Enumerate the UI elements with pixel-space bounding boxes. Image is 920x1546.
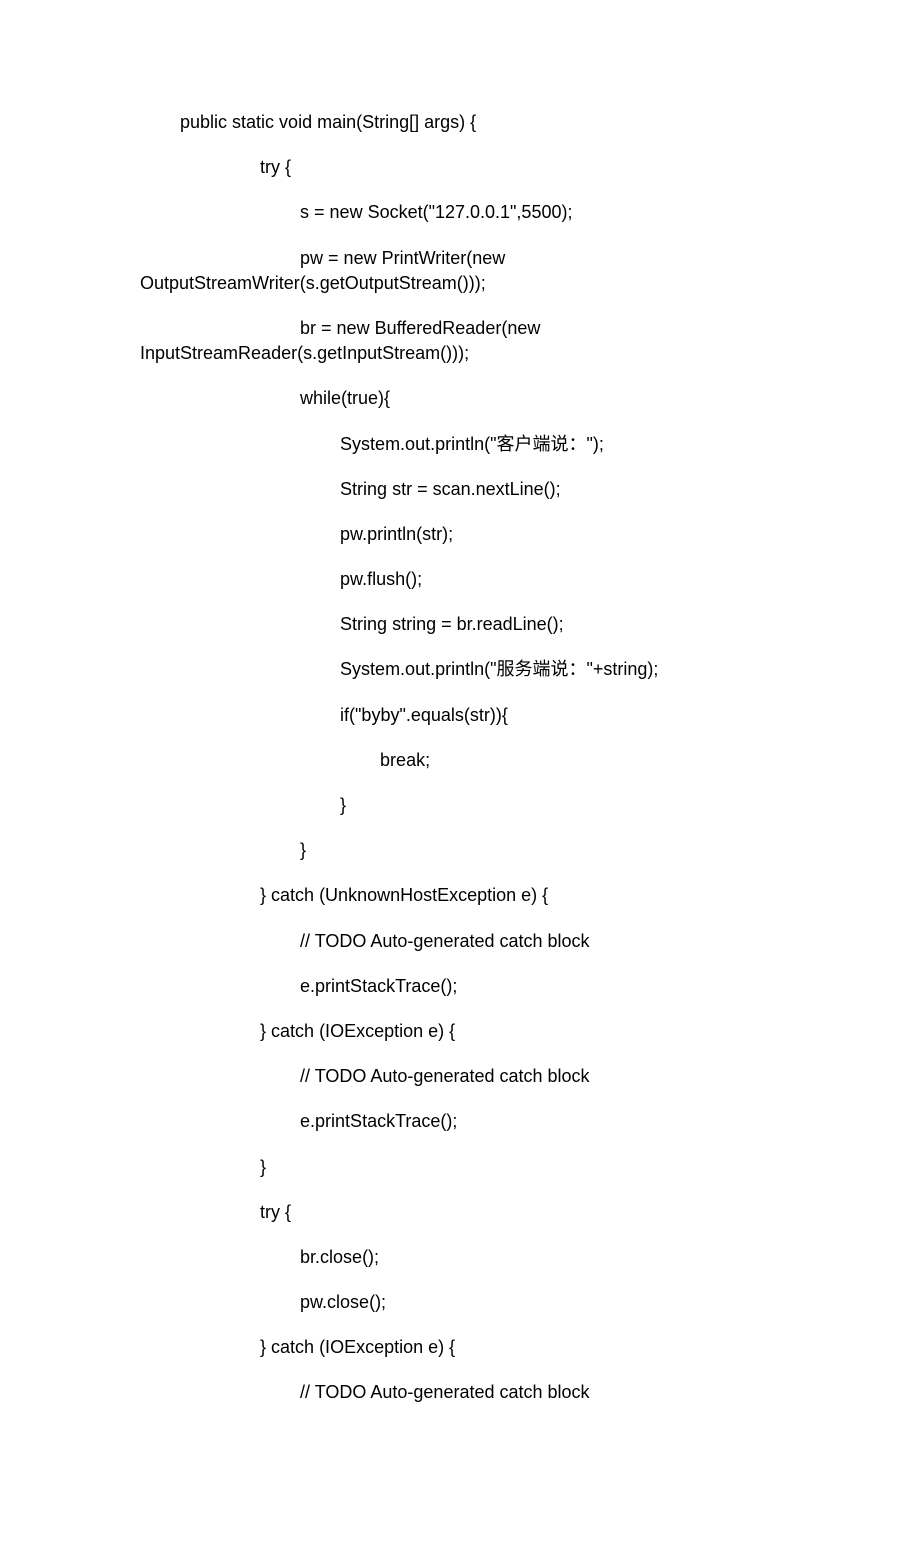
code-line: String str = scan.nextLine(); xyxy=(140,477,780,502)
code-line: System.out.println("客户端说："); xyxy=(140,432,780,457)
code-line: br = new BufferedReader(new InputStreamR… xyxy=(140,316,780,366)
code-line: if("byby".equals(str)){ xyxy=(140,703,780,728)
code-line: pw.flush(); xyxy=(140,567,780,592)
code-line: } xyxy=(140,838,780,863)
code-line: } catch (UnknownHostException e) { xyxy=(140,883,780,908)
code-line: // TODO Auto-generated catch block xyxy=(140,1064,780,1089)
code-line: } catch (IOException e) { xyxy=(140,1335,780,1360)
code-line: } catch (IOException e) { xyxy=(140,1019,780,1044)
code-line: System.out.println("服务端说："+string); xyxy=(140,657,780,682)
code-document: public static void main(String[] args) {… xyxy=(0,0,920,1546)
code-line: e.printStackTrace(); xyxy=(140,974,780,999)
code-line: try { xyxy=(140,1200,780,1225)
code-line: } xyxy=(140,793,780,818)
code-line: e.printStackTrace(); xyxy=(140,1109,780,1134)
code-line: br.close(); xyxy=(140,1245,780,1270)
code-line: s = new Socket("127.0.0.1",5500); xyxy=(140,200,780,225)
code-line: break; xyxy=(140,748,780,773)
code-line: public static void main(String[] args) { xyxy=(140,110,780,135)
code-line: pw = new PrintWriter(new OutputStreamWri… xyxy=(140,246,780,296)
code-line: } xyxy=(140,1155,780,1180)
code-line: // TODO Auto-generated catch block xyxy=(140,1380,780,1405)
code-line: String string = br.readLine(); xyxy=(140,612,780,637)
code-line: try { xyxy=(140,155,780,180)
code-line: pw.println(str); xyxy=(140,522,780,547)
code-line: while(true){ xyxy=(140,386,780,411)
code-line: pw.close(); xyxy=(140,1290,780,1315)
code-line: // TODO Auto-generated catch block xyxy=(140,929,780,954)
